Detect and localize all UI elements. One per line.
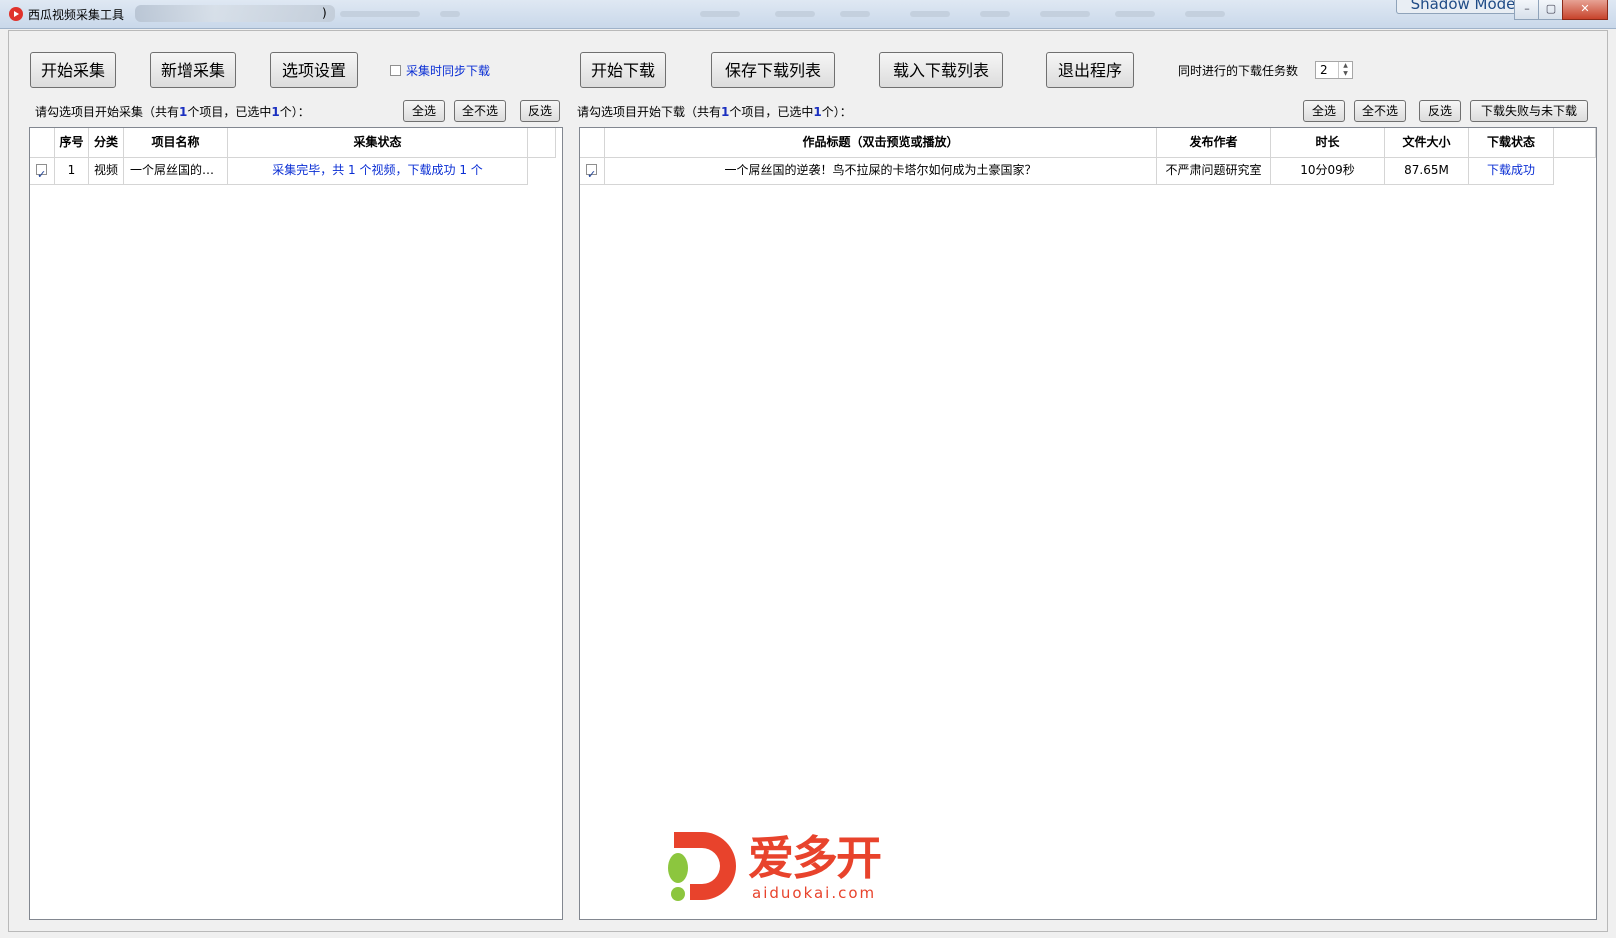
row-size: 87.65M [1385, 157, 1469, 184]
row-category: 视频 [89, 157, 124, 184]
watermark: 爱多开 aiduokai.com [664, 822, 904, 906]
download-hint-prefix: 请勾选项目开始下载（共有 [577, 105, 722, 119]
download-select-all-button[interactable]: 全选 [1303, 100, 1345, 122]
download-hint-suffix: 个）： [821, 105, 852, 119]
background-taskbar-ghost [1185, 11, 1225, 17]
collect-select-all-button[interactable]: 全选 [403, 100, 445, 122]
sync-download-label[interactable]: 采集时同步下载 [406, 62, 490, 79]
load-list-button[interactable]: 载入下载列表 [879, 52, 1003, 88]
column-header-check[interactable] [580, 128, 605, 157]
column-header-size[interactable]: 文件大小 [1385, 128, 1469, 157]
column-header-filler [528, 128, 556, 157]
collect-hint: 请勾选项目开始采集（共有1个项目，已选中1个）： [35, 103, 310, 120]
column-header-author[interactable]: 发布作者 [1157, 128, 1271, 157]
row-checkbox[interactable] [36, 162, 47, 184]
column-header-filler [1554, 128, 1596, 157]
row-name: 一个屌丝国的… [124, 157, 228, 184]
background-taskbar-ghost [980, 11, 1010, 17]
collect-table-header: 序号 分类 项目名称 采集状态 [30, 128, 556, 158]
app-icon [9, 7, 23, 21]
download-invert-button[interactable]: 反选 [1419, 100, 1461, 122]
title-bar: 西瓜视频采集工具 ) Shadow Mode – ▢ ✕ [0, 0, 1616, 29]
row-author: 不严肃问题研究室 [1157, 157, 1271, 184]
aiduokai-logo-icon [668, 832, 736, 901]
download-hint-mid: 个项目，已选中 [729, 105, 814, 119]
download-select-none-button[interactable]: 全不选 [1354, 100, 1406, 122]
sync-download-checkbox[interactable] [390, 65, 401, 76]
column-header-status[interactable]: 采集状态 [228, 128, 528, 157]
start-download-button[interactable]: 开始下载 [580, 52, 666, 88]
column-header-status[interactable]: 下载状态 [1469, 128, 1554, 157]
concurrent-tasks-value: 2 [1320, 63, 1328, 77]
save-list-button[interactable]: 保存下载列表 [711, 52, 835, 88]
row-checkbox-cell[interactable] [30, 157, 55, 184]
failed-or-pending-button[interactable]: 下载失败与未下载 [1470, 100, 1588, 122]
stepper-arrows-icon[interactable]: ▲ ▼ [1338, 62, 1352, 78]
collect-invert-button[interactable]: 反选 [520, 100, 560, 122]
background-taskbar-ghost [775, 11, 815, 17]
collect-hint-suffix: 个）： [279, 105, 310, 119]
download-table[interactable]: 作品标题（双击预览或播放） 发布作者 时长 文件大小 下载状态 一个屌丝国的逆袭… [579, 127, 1597, 920]
options-button[interactable]: 选项设置 [270, 52, 358, 88]
table-row[interactable]: 一个屌丝国的逆袭！鸟不拉屎的卡塔尔如何成为土豪国家？ 不严肃问题研究室 10分0… [580, 157, 1554, 185]
collect-select-none-button[interactable]: 全不选 [454, 100, 506, 122]
background-taskbar-ghost [1040, 11, 1090, 17]
background-taskbar-ghost [1115, 11, 1155, 17]
collect-hint-prefix: 请勾选项目开始采集（共有 [35, 105, 180, 119]
collect-selected: 1 [271, 105, 280, 119]
minimize-icon[interactable]: – [1514, 0, 1540, 20]
background-taskbar-ghost [700, 11, 740, 17]
start-collect-button[interactable]: 开始采集 [30, 52, 116, 88]
watermark-brand: 爱多开 [748, 831, 882, 885]
column-header-title[interactable]: 作品标题（双击预览或播放） [605, 128, 1157, 157]
download-selected: 1 [813, 105, 822, 119]
row-title: 一个屌丝国的逆袭！鸟不拉屎的卡塔尔如何成为土豪国家？ [605, 157, 1157, 184]
shadow-mode-button[interactable]: Shadow Mode [1396, 0, 1530, 14]
client-area: 开始采集 新增采集 选项设置 采集时同步下载 开始下载 保存下载列表 载入下载列… [8, 30, 1608, 932]
window-title-suffix: ) [322, 6, 327, 20]
concurrent-tasks-label: 同时进行的下载任务数 [1178, 64, 1299, 78]
background-taskbar-ghost [840, 11, 870, 17]
row-status: 采集完毕，共 1 个视频，下载成功 1 个 [228, 157, 528, 184]
row-index: 1 [55, 157, 89, 184]
main-window: 西瓜视频采集工具 ) Shadow Mode – ▢ ✕ 开始采集 新增采集 选… [0, 0, 1616, 938]
table-row[interactable]: 1 视频 一个屌丝国的… 采集完毕，共 1 个视频，下载成功 1 个 [30, 157, 528, 185]
collect-table[interactable]: 序号 分类 项目名称 采集状态 1 视频 一个屌丝国的… 采集完毕，共 1 个视… [29, 127, 563, 920]
exit-button[interactable]: 退出程序 [1046, 52, 1134, 88]
download-table-header: 作品标题（双击预览或播放） 发布作者 时长 文件大小 下载状态 [580, 128, 1596, 158]
window-title: 西瓜视频采集工具 [28, 8, 125, 22]
row-checkbox[interactable] [586, 162, 597, 184]
background-taskbar-ghost [340, 11, 420, 17]
background-taskbar-ghost [440, 11, 460, 17]
column-header-category[interactable]: 分类 [89, 128, 124, 157]
column-header-check[interactable] [30, 128, 55, 157]
collect-hint-mid: 个项目，已选中 [187, 105, 272, 119]
column-header-index[interactable]: 序号 [55, 128, 89, 157]
new-collect-button[interactable]: 新增采集 [150, 52, 236, 88]
concurrent-tasks-stepper[interactable]: 2 ▲ ▼ [1315, 61, 1353, 79]
background-taskbar-ghost [910, 11, 950, 17]
row-checkbox-cell[interactable] [580, 157, 605, 184]
column-header-duration[interactable]: 时长 [1271, 128, 1385, 157]
close-icon[interactable]: ✕ [1562, 0, 1608, 20]
row-duration: 10分09秒 [1271, 157, 1385, 184]
maximize-icon[interactable]: ▢ [1538, 0, 1564, 20]
download-hint: 请勾选项目开始下载（共有1个项目，已选中1个）： [577, 103, 852, 120]
watermark-url: aiduokai.com [752, 884, 877, 902]
column-header-name[interactable]: 项目名称 [124, 128, 228, 157]
row-status: 下载成功 [1469, 157, 1554, 184]
blurred-title-region [135, 5, 335, 22]
